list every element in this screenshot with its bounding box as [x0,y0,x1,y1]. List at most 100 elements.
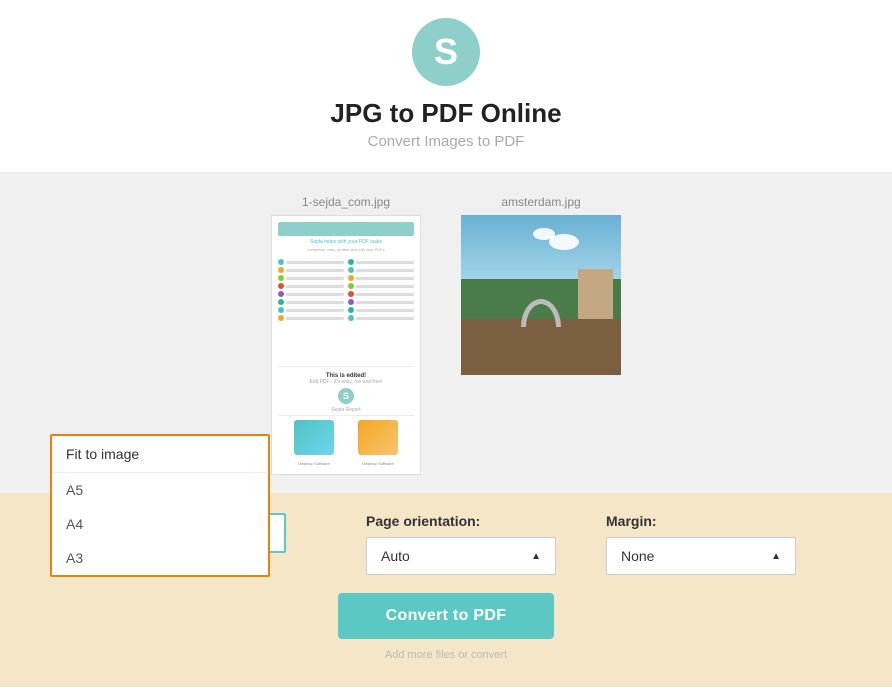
dropdown-selected-display[interactable]: Fit to image [52,436,268,473]
dot-icon [278,283,284,289]
dot-icon [348,291,354,297]
option-a4[interactable]: A4 [52,507,268,541]
doc-tagline: Sejda helps with your PDF tasks [278,239,414,245]
doc-icon-labels: Desktop Software Desktop Software [278,459,414,468]
col-item [278,315,344,321]
dot-icon [348,283,354,289]
col-item [348,299,414,305]
page-size-dropdown-open[interactable]: Fit to image A5 A4 A3 [50,434,270,577]
col-item [278,291,344,297]
logo-letter: S [434,34,458,70]
margin-label: Margin: [606,513,657,529]
option-a5[interactable]: A5 [52,473,268,507]
doc-mid-sub: Edit PDF - it's easy, fun and free! [282,379,410,385]
icon-label-2: Desktop Software [362,461,394,466]
line [356,285,414,288]
dot-icon [278,291,284,297]
doc-logo: S [338,388,354,404]
col-item [278,283,344,289]
margin-group: Margin: None ▲ [606,513,796,575]
page-orientation-group: Page orientation: Auto ▲ [366,513,556,575]
dot-icon [278,259,284,265]
col-item [278,275,344,281]
col-item [348,259,414,265]
thumbnail-item-1: 1-sejda_com.jpg Sejda helps with your PD… [271,195,421,475]
line [286,301,344,304]
thumb-label-2: amsterdam.jpg [501,195,580,209]
col-item [278,299,344,305]
col-item [348,307,414,313]
page-subtitle: Convert Images to PDF [0,133,892,150]
col-item [278,307,344,313]
line [356,317,414,320]
header: S JPG to PDF Online Convert Images to PD… [0,0,892,172]
convert-button[interactable]: Convert to PDF [338,593,555,639]
line [286,285,344,288]
bottom-strip: Fit to image A5 A4 A3 Fit to image ▲ Pag… [0,493,892,687]
line [286,269,344,272]
cloud-2 [533,228,555,240]
icon-block-1 [294,420,334,455]
dropdown-selected-text: Fit to image [66,446,139,462]
margin-dropdown-btn[interactable]: None ▲ [606,537,796,575]
col-item [348,315,414,321]
dot-icon [348,307,354,313]
orientation-value: Auto [381,548,410,564]
dot-icon [348,259,354,265]
icon-block-2 [358,420,398,455]
advert-strip: Add more files or convert [0,639,892,671]
dropdown-popup: Fit to image A5 A4 A3 [50,434,270,577]
line [356,261,414,264]
col-item [348,267,414,273]
line [286,309,344,312]
col-item [278,267,344,273]
doc-description: compress, view, protect and edit your PD… [278,247,414,252]
option-a3[interactable]: A3 [52,541,268,575]
page-title: JPG to PDF Online [0,98,892,129]
col-item [348,291,414,297]
dot-icon [278,275,284,281]
convert-row: Convert to PDF [0,593,892,639]
dot-icon [348,275,354,281]
dot-icon [348,299,354,305]
doc-sig: Sejda Report [282,407,410,413]
logo: S [412,18,480,86]
line [286,261,344,264]
line [286,293,344,296]
col-left [278,259,344,362]
col-item [348,283,414,289]
dot-icon [278,299,284,305]
page-orientation-dropdown-btn[interactable]: Auto ▲ [366,537,556,575]
doc-mid: This is edited! Edit PDF - it's easy, fu… [278,366,414,415]
chevron-down-icon: ▲ [531,551,541,562]
logo-s: S [343,391,349,401]
main-content: 1-sejda_com.jpg Sejda helps with your PD… [0,173,892,687]
thumbnails-row: 1-sejda_com.jpg Sejda helps with your PD… [0,195,892,475]
line [356,301,414,304]
icon-label-1: Desktop Software [298,461,330,466]
orientation-label: Page orientation: [366,513,480,529]
col-item [278,259,344,265]
doc-columns [278,259,414,362]
line [286,317,344,320]
photo-ground [461,319,621,375]
photo-building [578,269,613,319]
thumb-label-1: 1-sejda_com.jpg [302,195,390,209]
dot-icon [278,307,284,313]
advert-text: Add more files or convert [385,649,507,661]
doc-header-bar [278,222,414,236]
line [356,277,414,280]
dot-icon [278,315,284,321]
chevron-down-icon: ▲ [771,551,781,562]
margin-value: None [621,548,654,564]
line [356,309,414,312]
line [286,277,344,280]
doc-bottom-icons [278,415,414,459]
line [356,293,414,296]
dot-icon [348,315,354,321]
thumbnail-item-2: amsterdam.jpg [461,195,621,475]
line [356,269,414,272]
col-item [348,275,414,281]
col-right [348,259,414,362]
doc-thumbnail: Sejda helps with your PDF tasks compress… [271,215,421,475]
